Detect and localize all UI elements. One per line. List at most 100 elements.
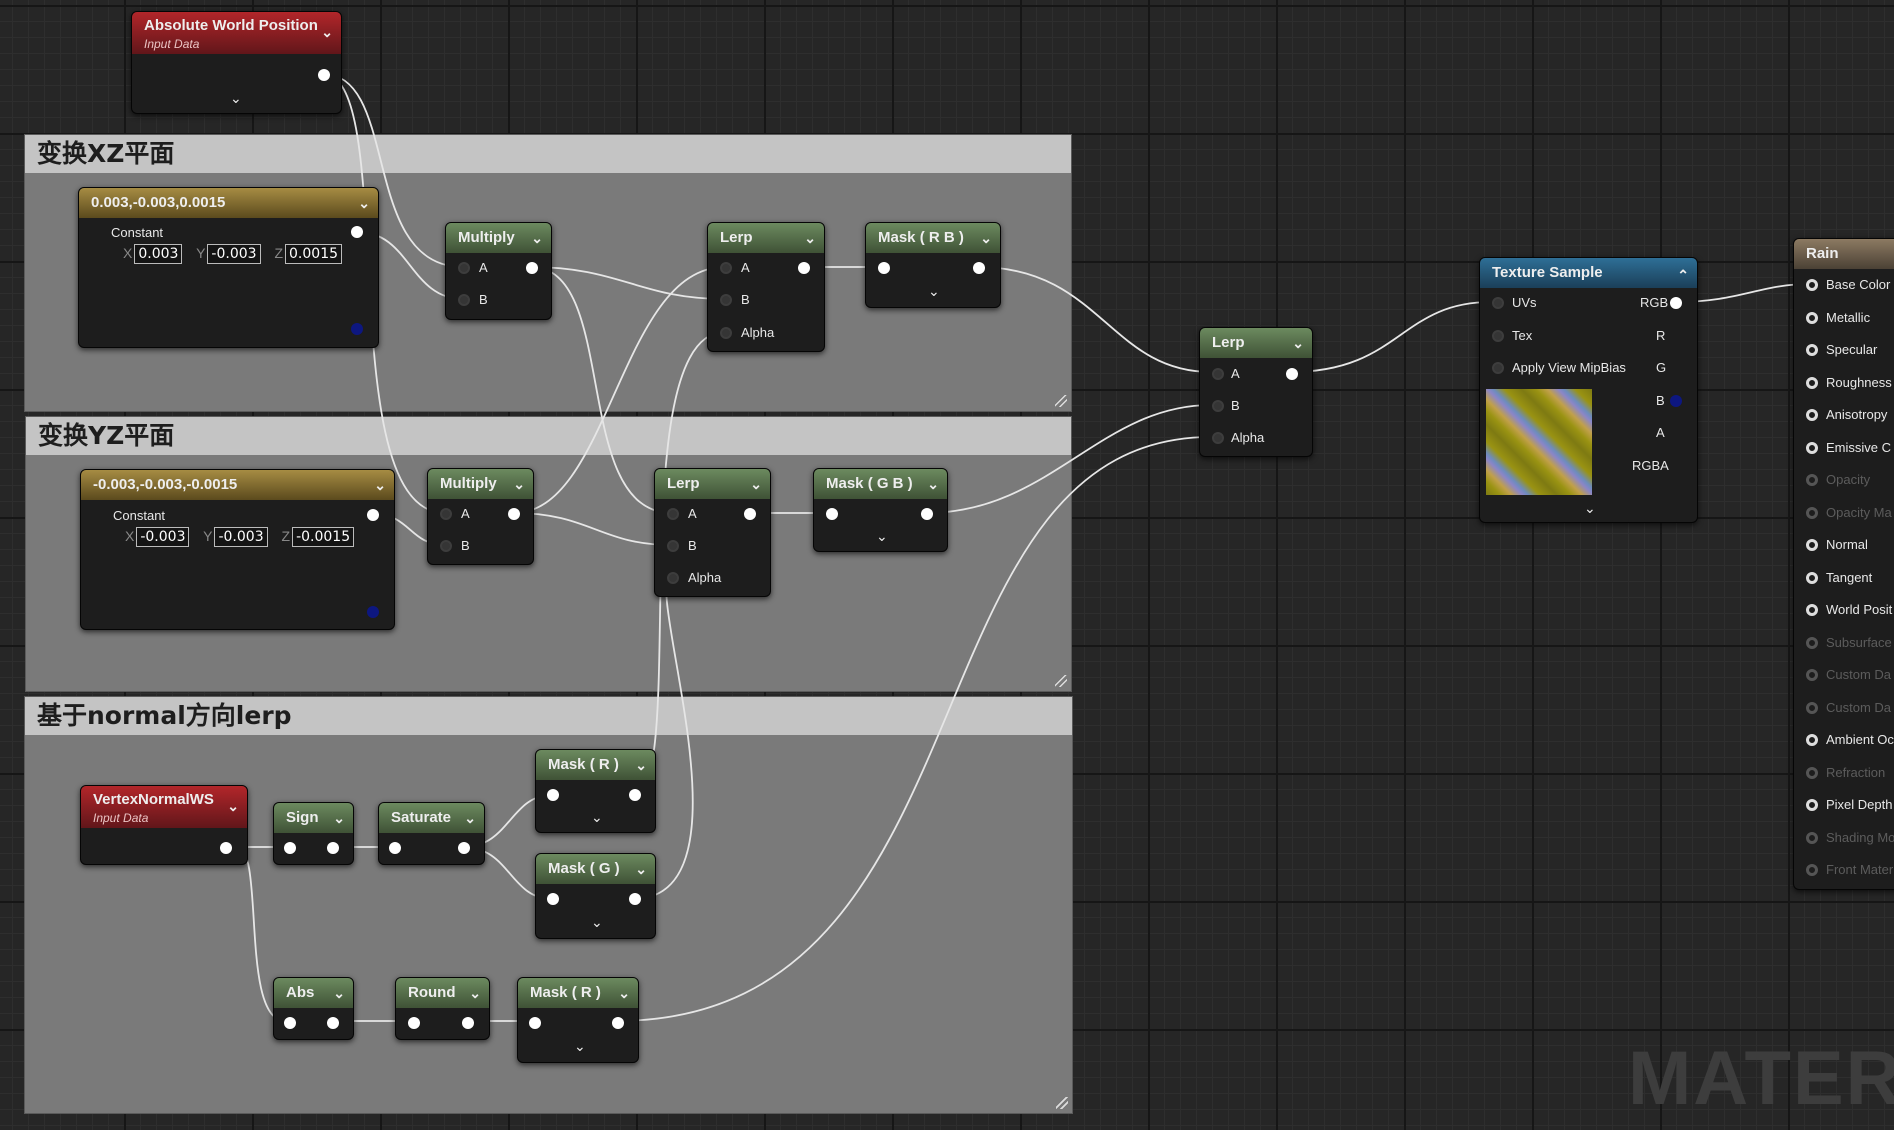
- input-pin-a[interactable]: [440, 508, 452, 520]
- input-pin-b[interactable]: [720, 294, 732, 306]
- output-pin-g[interactable]: [351, 291, 363, 303]
- node-header[interactable]: Texture Sample ⌃: [1480, 258, 1697, 288]
- round-node[interactable]: Round ⌄: [395, 977, 490, 1040]
- input-pin-tex[interactable]: [1492, 330, 1504, 342]
- chevron-down-icon[interactable]: ⌄: [374, 470, 386, 500]
- node-header[interactable]: Lerp ⌄: [655, 469, 770, 499]
- output-pin-rgb[interactable]: [1670, 297, 1682, 309]
- input-pin-a[interactable]: [720, 262, 732, 274]
- output-pin[interactable]: [327, 842, 339, 854]
- node-header[interactable]: Sign ⌄: [274, 803, 353, 833]
- input-pin-b[interactable]: [1212, 400, 1224, 412]
- node-header[interactable]: Round ⌄: [396, 978, 489, 1008]
- material-input-pin[interactable]: [1806, 441, 1818, 454]
- chevron-down-icon[interactable]: ⌄: [469, 978, 481, 1008]
- input-pin-b[interactable]: [667, 540, 679, 552]
- chevron-down-icon[interactable]: ⌄: [750, 469, 762, 499]
- lerp-node-yz[interactable]: Lerp ⌄ A B Alpha: [654, 468, 771, 597]
- material-input-pin[interactable]: [1806, 799, 1818, 811]
- output-pin[interactable]: [1286, 368, 1298, 380]
- input-pin[interactable]: [826, 508, 838, 520]
- input-pin-b[interactable]: [458, 294, 470, 306]
- comment-title[interactable]: 变换XZ平面: [25, 135, 1071, 173]
- absolute-world-position-node[interactable]: Absolute World Position Input Data ⌄ ⌄: [131, 11, 342, 114]
- chevron-down-icon[interactable]: ⌄: [635, 750, 647, 780]
- node-header[interactable]: Abs ⌄: [274, 978, 353, 1008]
- x-value-field[interactable]: 0.003: [134, 244, 183, 264]
- material-input-pin[interactable]: [1806, 669, 1818, 681]
- output-pin-g[interactable]: [1670, 362, 1682, 374]
- output-pin[interactable]: [629, 893, 641, 905]
- output-pin[interactable]: [462, 1017, 474, 1029]
- material-input-pin[interactable]: [1806, 311, 1818, 324]
- node-header[interactable]: 0.003,-0.003,0.0015 ⌄: [79, 188, 378, 218]
- node-header[interactable]: Absolute World Position Input Data ⌄: [132, 12, 341, 54]
- chevron-down-icon[interactable]: ⌄: [980, 223, 992, 253]
- constant3vector-node-xz[interactable]: 0.003,-0.003,0.0015 ⌄ Constant X 0.003 Y-…: [78, 187, 379, 348]
- chevron-down-icon[interactable]: ⌄: [464, 803, 476, 833]
- material-input-pin[interactable]: [1806, 539, 1818, 551]
- chevron-down-icon[interactable]: ⌄: [591, 914, 603, 931]
- node-header[interactable]: Rain: [1794, 239, 1894, 269]
- output-pin[interactable]: [798, 262, 810, 274]
- material-input-pin[interactable]: [1806, 766, 1818, 779]
- node-header[interactable]: Mask ( G ) ⌄: [536, 854, 655, 884]
- resize-grip-icon[interactable]: [1055, 395, 1067, 407]
- material-input-pin[interactable]: [1806, 604, 1818, 616]
- node-header[interactable]: Saturate ⌄: [379, 803, 484, 833]
- material-input-pin[interactable]: [1806, 279, 1818, 291]
- input-pin[interactable]: [389, 842, 401, 854]
- chevron-down-icon[interactable]: ⌄: [1292, 328, 1304, 358]
- node-header[interactable]: VertexNormalWS Input Data ⌄: [81, 786, 247, 828]
- input-pin[interactable]: [547, 893, 559, 905]
- input-pin[interactable]: [284, 1017, 296, 1029]
- output-pin[interactable]: [526, 262, 538, 274]
- resize-grip-icon[interactable]: [1056, 1097, 1068, 1109]
- chevron-down-icon[interactable]: ⌄: [591, 809, 603, 826]
- chevron-down-icon[interactable]: ⌄: [358, 188, 370, 218]
- constant3vector-node-yz[interactable]: -0.003,-0.003,-0.0015 ⌄ Constant X -0.003…: [80, 469, 395, 630]
- output-pin[interactable]: [973, 262, 985, 274]
- node-header[interactable]: Mask ( R ) ⌄: [518, 978, 638, 1008]
- output-pin[interactable]: [921, 508, 933, 520]
- output-pin[interactable]: [351, 226, 363, 238]
- chevron-down-icon[interactable]: ⌄: [804, 223, 816, 253]
- chevron-down-icon[interactable]: ⌄: [333, 803, 345, 833]
- input-pin[interactable]: [547, 789, 559, 801]
- material-input-pin[interactable]: [1806, 344, 1818, 356]
- output-pin-g[interactable]: [367, 574, 379, 586]
- material-input-pin[interactable]: [1806, 506, 1818, 519]
- input-pin-a[interactable]: [1212, 368, 1224, 380]
- node-header[interactable]: Lerp ⌄: [1200, 328, 1312, 358]
- output-pin[interactable]: [629, 789, 641, 801]
- resize-grip-icon[interactable]: [1055, 675, 1067, 687]
- chevron-down-icon[interactable]: ⌄: [635, 854, 647, 884]
- chevron-down-icon[interactable]: ⌄: [321, 22, 333, 42]
- mask-r-node-bottom[interactable]: Mask ( R ) ⌄ ⌄: [517, 977, 639, 1063]
- chevron-down-icon[interactable]: ⌄: [227, 796, 239, 816]
- input-pin-alpha[interactable]: [1212, 432, 1224, 444]
- chevron-down-icon[interactable]: ⌄: [876, 528, 888, 545]
- rain-material-result-node[interactable]: Rain Base Color Metallic Specular Roughness…: [1793, 238, 1894, 890]
- chevron-up-icon[interactable]: ⌃: [1677, 260, 1689, 290]
- input-pin-b[interactable]: [440, 540, 452, 552]
- saturate-node[interactable]: Saturate ⌄: [378, 802, 485, 865]
- comment-title[interactable]: 基于normal方向lerp: [25, 697, 1072, 735]
- texture-sample-node[interactable]: Texture Sample ⌃ UVs Tex Apply View MipB…: [1479, 257, 1698, 523]
- output-pin-r[interactable]: [1670, 330, 1682, 342]
- output-pin[interactable]: [220, 842, 232, 854]
- node-header[interactable]: Mask ( G B ) ⌄: [814, 469, 947, 499]
- node-header[interactable]: Multiply ⌄: [446, 223, 551, 253]
- chevron-down-icon[interactable]: ⌄: [927, 469, 939, 499]
- material-input-pin[interactable]: [1806, 376, 1818, 389]
- chevron-down-icon[interactable]: ⌄: [333, 978, 345, 1008]
- mask-r-node[interactable]: Mask ( R ) ⌄ ⌄: [535, 749, 656, 833]
- input-pin[interactable]: [284, 842, 296, 854]
- node-header[interactable]: -0.003,-0.003,-0.0015 ⌄: [81, 470, 394, 500]
- input-pin-alpha[interactable]: [720, 327, 732, 339]
- output-pin-b[interactable]: [1670, 395, 1682, 407]
- lerp-node-xz[interactable]: Lerp ⌄ A B Alpha: [707, 222, 825, 352]
- multiply-node-xz[interactable]: Multiply ⌄ A B: [445, 222, 552, 320]
- material-input-pin[interactable]: [1806, 734, 1818, 746]
- multiply-node-yz[interactable]: Multiply ⌄ A B: [427, 468, 534, 565]
